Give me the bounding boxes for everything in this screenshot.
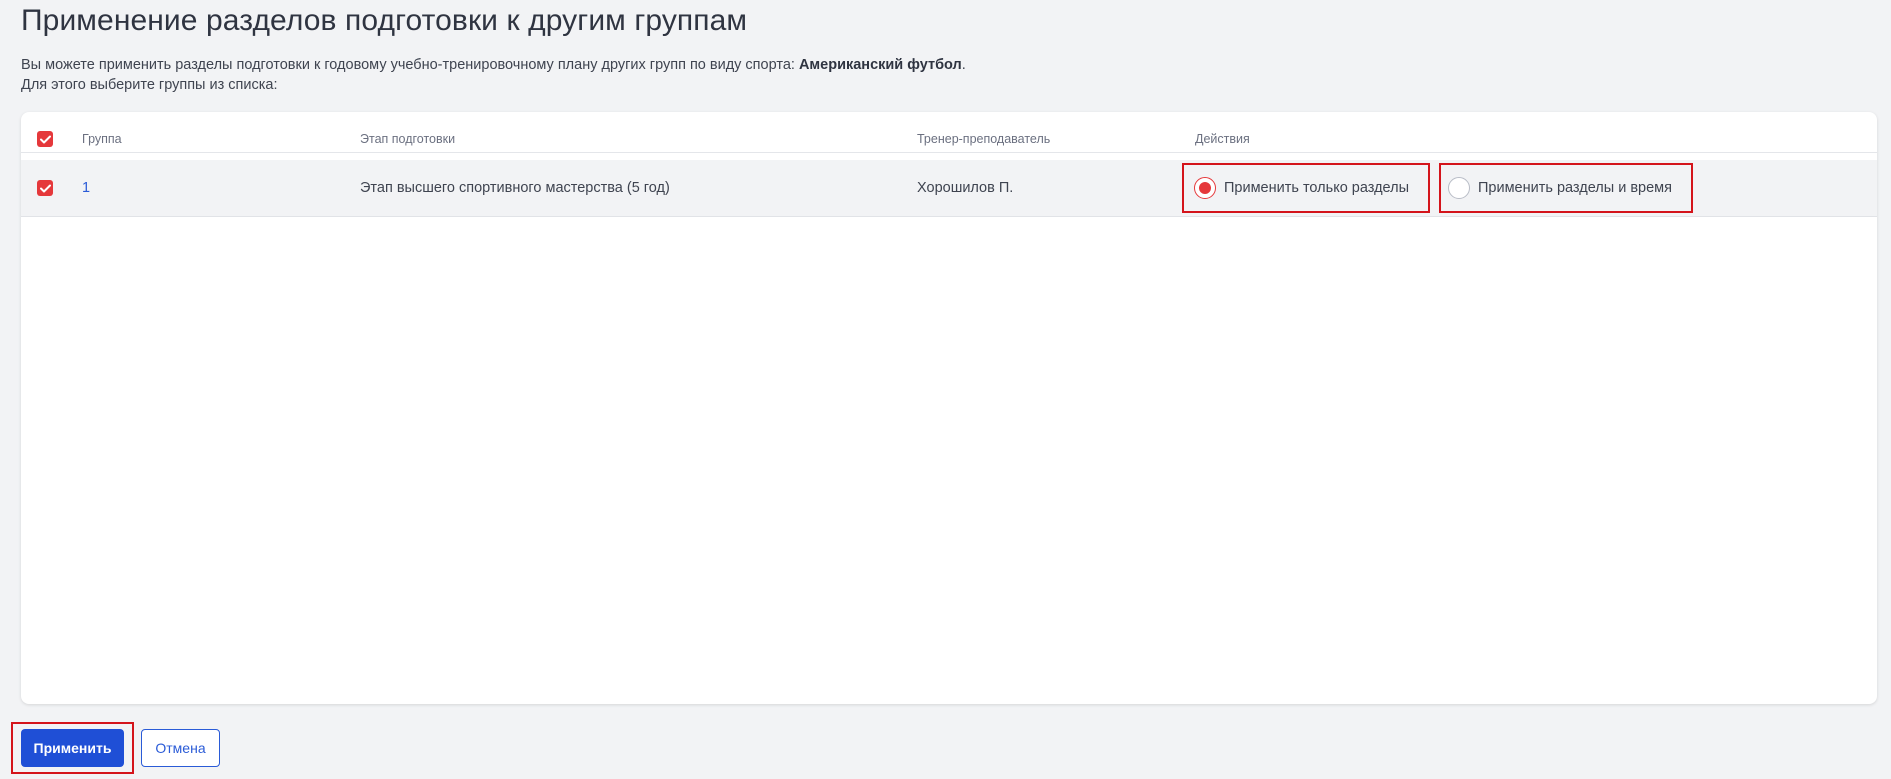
- column-header-stage: Этап подготовки: [360, 132, 456, 146]
- row-checkbox[interactable]: [37, 180, 53, 196]
- radio-apply-sections-only[interactable]: Применить только разделы: [1194, 177, 1409, 199]
- radio-unselected-icon: [1448, 177, 1470, 199]
- page-title: Применение разделов подготовки к другим …: [21, 4, 748, 37]
- coach-value: Хорошилов П.: [917, 180, 1014, 196]
- description-line-1: Вы можете применить разделы подготовки к…: [21, 55, 966, 75]
- description-text: Вы можете применить разделы подготовки к…: [21, 57, 799, 73]
- stage-value: Этап высшего спортивного мастерства (5 г…: [360, 180, 670, 196]
- table-row: 1 Этап высшего спортивного мастерства (5…: [21, 160, 1877, 217]
- table-header: Группа Этап подготовки Тренер-преподават…: [21, 112, 1877, 153]
- description-suffix: .: [961, 57, 966, 73]
- page-description: Вы можете применить разделы подготовки к…: [21, 55, 966, 95]
- groups-table-card: Группа Этап подготовки Тренер-преподават…: [21, 112, 1877, 704]
- checkmark-icon: [39, 135, 51, 143]
- select-all-checkbox[interactable]: [37, 131, 53, 147]
- column-header-group: Группа: [82, 132, 122, 146]
- checkmark-icon: [39, 184, 51, 192]
- column-header-coach: Тренер-преподаватель: [917, 132, 1051, 146]
- apply-button[interactable]: Применить: [21, 729, 124, 767]
- radio-label-apply-sections-only: Применить только разделы: [1224, 180, 1410, 196]
- group-link[interactable]: 1: [82, 180, 90, 196]
- radio-label-apply-sections-and-time: Применить разделы и время: [1478, 180, 1672, 196]
- radio-dot: [1199, 182, 1211, 194]
- description-line-2: Для этого выберите группы из списка:: [21, 77, 278, 93]
- radio-selected-icon: [1194, 177, 1216, 199]
- radio-apply-sections-and-time[interactable]: Применить разделы и время: [1448, 177, 1672, 199]
- cancel-button[interactable]: Отмена: [141, 729, 220, 767]
- column-header-actions: Действия: [1195, 132, 1250, 146]
- sport-name: Американский футбол: [798, 57, 962, 73]
